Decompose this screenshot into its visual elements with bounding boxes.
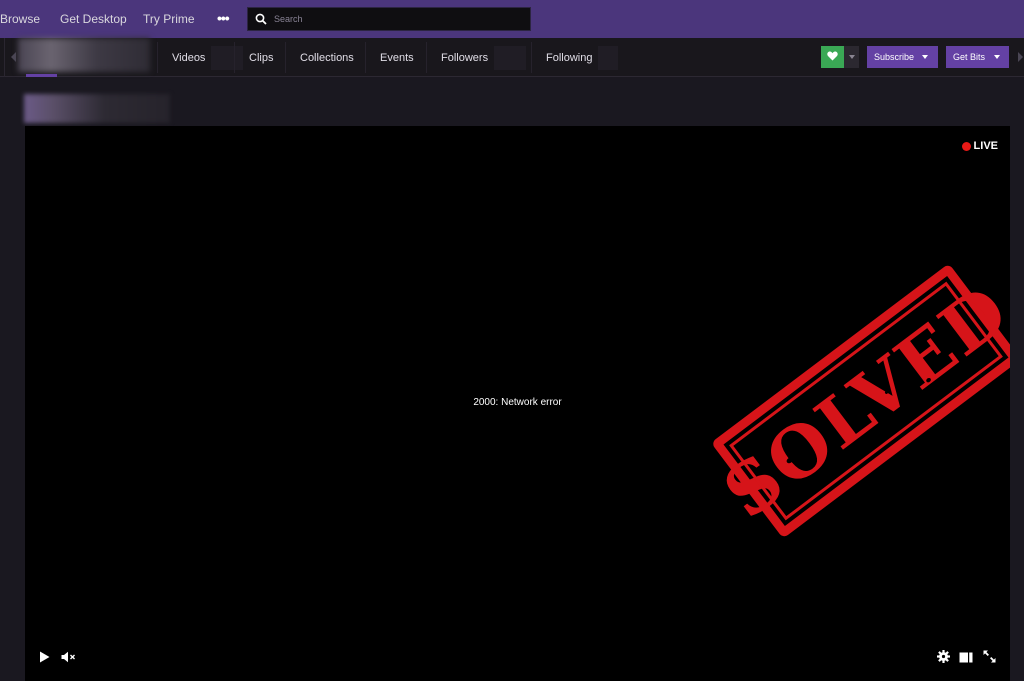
live-dot-icon	[961, 141, 971, 151]
divider	[4, 38, 5, 77]
live-label: LIVE	[973, 140, 998, 152]
tab-videos[interactable]: Videos	[157, 42, 244, 73]
mute-icon[interactable]	[61, 650, 77, 668]
scroll-left-arrow-icon[interactable]	[11, 52, 16, 62]
search-input[interactable]	[274, 14, 524, 24]
chevron-down-icon	[994, 55, 1001, 59]
live-indicator: LIVE	[961, 140, 998, 152]
play-icon[interactable]	[39, 650, 50, 668]
more-menu-icon[interactable]: •••	[217, 10, 230, 26]
tab-following[interactable]: Following	[531, 42, 619, 73]
tab-followers-label: Followers	[441, 51, 489, 64]
tab-videos-label: Videos	[172, 51, 206, 64]
stamp-inner-border	[729, 281, 1003, 521]
tab-followers[interactable]: Followers	[426, 42, 527, 73]
subscribe-button[interactable]: Subscribe	[867, 46, 938, 68]
chevron-down-icon	[922, 55, 929, 59]
chevron-down-icon	[848, 55, 855, 59]
active-tab-indicator	[26, 74, 57, 77]
tab-events-label: Events	[380, 51, 414, 64]
tab-clips[interactable]: Clips	[234, 42, 273, 73]
browse-link[interactable]: Browse	[0, 12, 40, 26]
settings-gear-icon[interactable]	[937, 650, 950, 668]
tab-collections[interactable]: Collections	[285, 42, 354, 73]
following-count-blurred	[598, 45, 619, 70]
stream-title-blurred	[24, 94, 170, 123]
followers-count-blurred	[494, 45, 527, 70]
subscribe-label: Subscribe	[874, 52, 915, 62]
channel-name-blurred[interactable]	[18, 38, 150, 72]
video-player[interactable]: LIVE 2000: Network error SOLVED	[25, 126, 1010, 681]
fullscreen-icon[interactable]	[983, 650, 996, 668]
try-prime-link[interactable]: Try Prime	[143, 12, 195, 26]
follow-button[interactable]	[821, 46, 844, 68]
tab-collections-label: Collections	[300, 51, 354, 64]
tab-events[interactable]: Events	[365, 42, 414, 73]
tab-clips-label: Clips	[249, 51, 274, 64]
scroll-right-arrow-icon[interactable]	[1018, 52, 1023, 62]
get-desktop-link[interactable]: Get Desktop	[60, 12, 127, 26]
tab-following-label: Following	[546, 51, 593, 64]
get-bits-label: Get Bits	[953, 52, 986, 62]
theater-mode-icon[interactable]	[959, 650, 973, 668]
heart-icon	[827, 48, 838, 66]
get-bits-button[interactable]: Get Bits	[946, 46, 1009, 68]
search-box[interactable]	[247, 7, 531, 31]
follow-dropdown-button[interactable]	[844, 46, 859, 68]
search-icon[interactable]	[248, 8, 274, 30]
top-nav: Browse Get Desktop Try Prime •••	[0, 0, 1024, 38]
